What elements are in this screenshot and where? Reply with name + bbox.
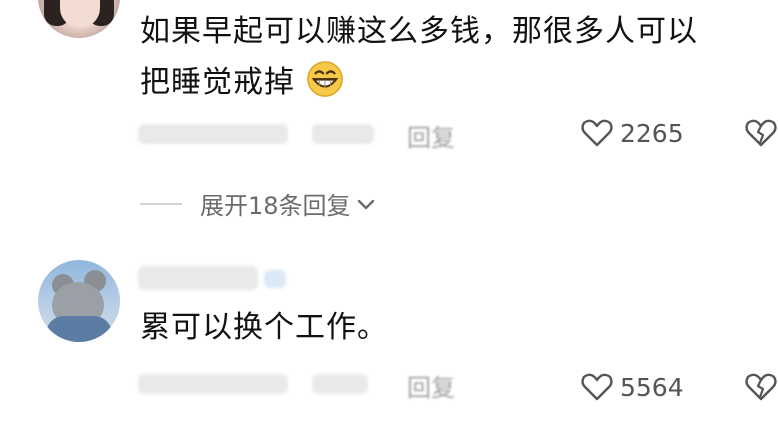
blurred-location: [312, 124, 374, 144]
avatar-bear-body: [46, 316, 112, 342]
comment-text-line1: 累可以换个工作。: [140, 310, 388, 345]
expand-divider-line: [140, 202, 182, 205]
blurred-timestamp: [138, 124, 288, 144]
like-button[interactable]: 2265: [580, 116, 684, 150]
avatar[interactable]: [38, 0, 120, 38]
like-count: 5564: [620, 372, 684, 402]
broken-heart-icon[interactable]: [744, 116, 778, 150]
reply-button[interactable]: 回复: [407, 118, 455, 153]
comment-text: 累可以换个工作。: [140, 306, 388, 350]
like-button[interactable]: 5564: [580, 370, 684, 404]
comment-text-continued: 把睡觉戒掉: [140, 60, 344, 105]
like-count: 2265: [620, 118, 684, 148]
blurred-location: [312, 374, 368, 394]
comment-text-line2: 把睡觉戒掉: [140, 65, 295, 100]
comment-text-line1: 如果早起可以赚这么多钱，那很多人可以: [140, 14, 698, 49]
blurred-badge: [264, 270, 286, 288]
comment-text: 如果早起可以赚这么多钱，那很多人可以: [140, 10, 698, 54]
expand-replies-label: 展开18条回复: [200, 192, 351, 220]
chevron-down-icon: [357, 199, 374, 209]
grinning-face-emoji: [306, 61, 343, 97]
reply-button[interactable]: 回复: [407, 368, 455, 403]
avatar[interactable]: [38, 260, 120, 342]
expand-replies-button[interactable]: 展开18条回复: [140, 186, 377, 221]
blurred-timestamp: [138, 374, 288, 394]
blurred-username: [138, 266, 258, 290]
heart-outline-icon: [581, 119, 613, 147]
broken-heart-icon[interactable]: [744, 370, 778, 404]
heart-outline-icon: [581, 373, 613, 401]
